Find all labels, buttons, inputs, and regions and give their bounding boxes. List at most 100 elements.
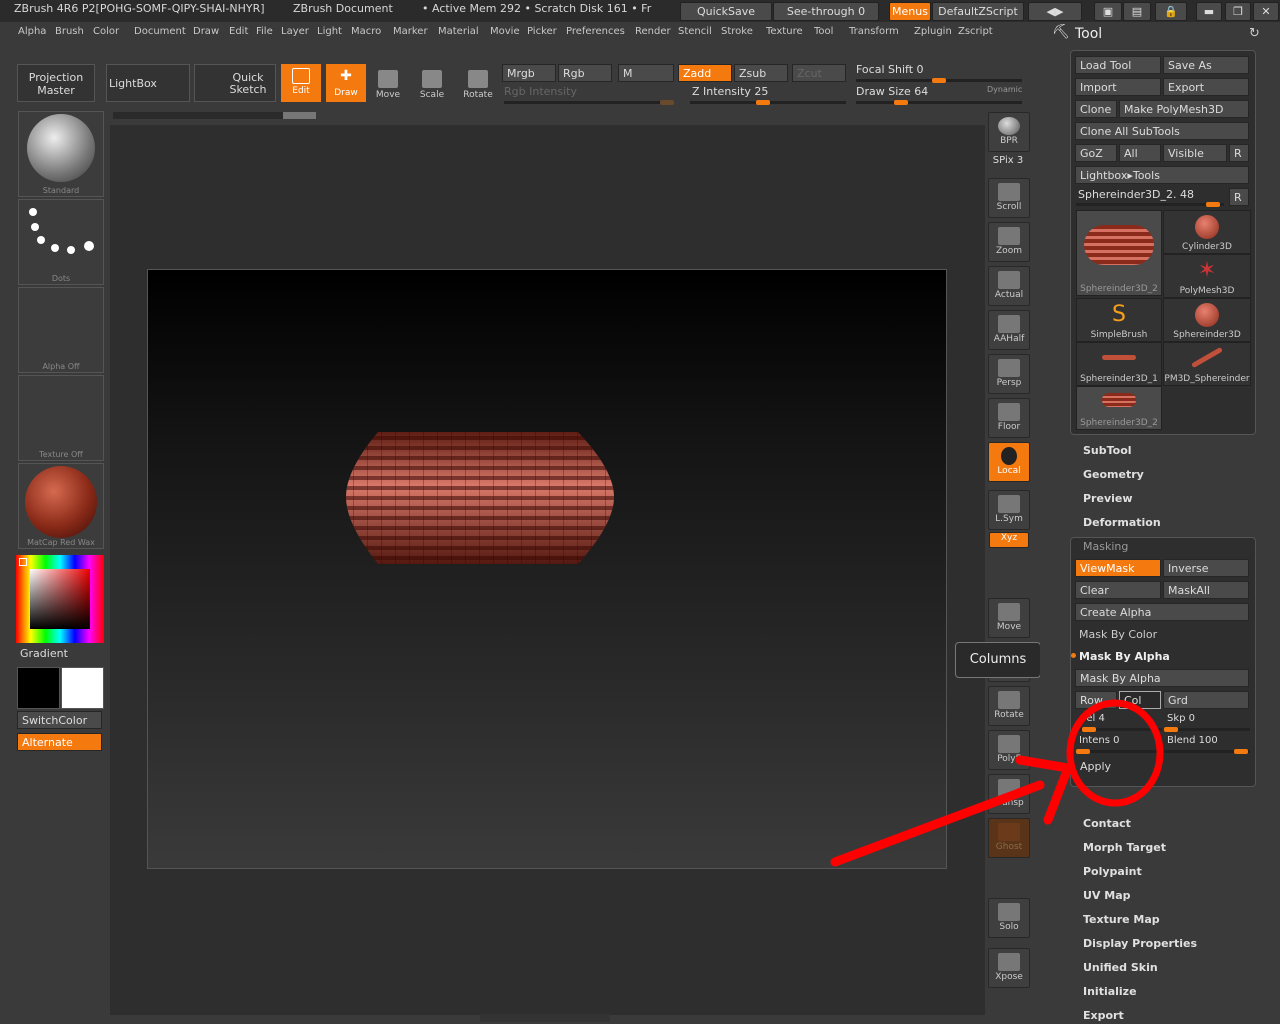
tool-item-7[interactable]: Sphereinder3D_2 — [1076, 386, 1162, 430]
section-display-properties[interactable]: Display Properties — [1083, 937, 1197, 950]
current-tool-r-button[interactable]: R — [1229, 188, 1249, 206]
focal-shift-knob[interactable] — [932, 78, 946, 83]
tool-item-5[interactable]: Sphereinder3D_1 — [1076, 342, 1162, 386]
mask-by-alpha-button[interactable]: Mask By Alpha — [1075, 669, 1249, 687]
refresh-icon[interactable]: ↻ — [1249, 26, 1260, 41]
alternate-button[interactable]: Alternate — [17, 733, 102, 751]
menu-layer[interactable]: Layer — [281, 26, 309, 37]
zadd-button[interactable]: Zadd — [678, 64, 732, 82]
see-through-slider[interactable]: See-through 0 — [773, 2, 879, 21]
intens-slider[interactable]: Intens 0 — [1079, 735, 1119, 746]
skp-slider[interactable]: Skp 0 — [1167, 713, 1195, 724]
section-deformation[interactable]: Deformation — [1083, 516, 1161, 529]
menu-color[interactable]: Color — [93, 26, 119, 37]
tool-item-2[interactable]: ✶ PolyMesh3D — [1163, 254, 1251, 298]
clone-button[interactable]: Clone — [1075, 100, 1117, 118]
menu-draw[interactable]: Draw — [193, 26, 219, 37]
shelf-floor-button[interactable]: Floor — [988, 398, 1030, 438]
color-square[interactable] — [30, 569, 90, 629]
import-button[interactable]: Import — [1075, 78, 1161, 96]
maskall-button[interactable]: MaskAll — [1163, 581, 1249, 599]
viewmask-button[interactable]: ViewMask — [1075, 559, 1161, 577]
section-geometry[interactable]: Geometry — [1083, 468, 1144, 481]
zcut-button[interactable]: Zcut — [792, 64, 846, 82]
brush-thumbnail[interactable]: Standard — [18, 111, 104, 197]
projection-master-button[interactable]: Projection Master — [17, 64, 95, 102]
z-intensity-track[interactable] — [690, 100, 846, 105]
zsub-button[interactable]: Zsub — [734, 64, 788, 82]
row-button[interactable]: Row — [1075, 691, 1117, 709]
shelf-xyz-button[interactable]: Xyz — [989, 532, 1029, 548]
draw-button[interactable]: ✚ Draw — [326, 64, 366, 102]
color-picker[interactable] — [16, 555, 104, 643]
m-button[interactable]: M — [618, 64, 674, 82]
shelf-rotate-button[interactable]: Rotate — [988, 686, 1030, 726]
layout2-icon[interactable]: ▤ — [1123, 2, 1151, 21]
section-initialize[interactable]: Initialize — [1083, 985, 1137, 998]
menu-edit[interactable]: Edit — [229, 26, 248, 37]
lightbox-button[interactable]: LightBox — [106, 64, 190, 102]
focal-shift-slider[interactable]: Focal Shift 0 — [856, 63, 924, 76]
nav-arrows-icon[interactable]: ◀▶ — [1028, 2, 1082, 21]
section-texture-map[interactable]: Texture Map — [1083, 913, 1160, 926]
menu-picker[interactable]: Picker — [527, 26, 557, 37]
tool-item-1[interactable]: Cylinder3D — [1163, 210, 1251, 254]
menu-movie[interactable]: Movie — [490, 26, 520, 37]
export-button[interactable]: Export — [1163, 78, 1249, 96]
clear-mask-button[interactable]: Clear — [1075, 581, 1161, 599]
document-canvas[interactable] — [147, 269, 947, 869]
draw-size-track[interactable] — [856, 100, 1022, 105]
menu-alpha[interactable]: Alpha — [18, 26, 46, 37]
menu-file[interactable]: File — [256, 26, 273, 37]
tool-header[interactable]: Tool — [1075, 26, 1102, 42]
goz-r-button[interactable]: R — [1229, 144, 1249, 162]
menu-texture[interactable]: Texture — [766, 26, 803, 37]
section-unified-skin[interactable]: Unified Skin — [1083, 961, 1158, 974]
scroll-strip[interactable] — [113, 112, 316, 119]
shelf-persp-button[interactable]: Persp — [988, 354, 1030, 394]
mrgb-button[interactable]: Mrgb — [502, 64, 556, 82]
shelf-polyf-button[interactable]: PolyF — [988, 730, 1030, 770]
rgb-button[interactable]: Rgb — [558, 64, 612, 82]
section-subtool[interactable]: SubTool — [1083, 444, 1132, 457]
move-button[interactable]: Move — [368, 66, 408, 106]
menu-preferences[interactable]: Preferences — [566, 26, 625, 37]
mask-by-color-section[interactable]: Mask By Color — [1079, 628, 1157, 641]
minimize-icon[interactable]: ▬ — [1196, 2, 1222, 21]
menu-zplugin[interactable]: Zplugin — [914, 26, 952, 37]
rotate-button[interactable]: Rotate — [458, 66, 498, 106]
create-alpha-button[interactable]: Create Alpha — [1075, 603, 1249, 621]
rgb-intensity-slider[interactable]: Rgb Intensity — [504, 85, 577, 98]
edit-button[interactable]: Edit — [281, 64, 321, 102]
menu-zscript[interactable]: Zscript — [958, 26, 993, 37]
draw-size-knob[interactable] — [894, 100, 908, 105]
close-icon[interactable]: ✕ — [1253, 2, 1279, 21]
bottom-scroll-handle[interactable] — [480, 1014, 610, 1022]
default-zscript-button[interactable]: DefaultZScript — [932, 2, 1024, 21]
sel-track[interactable] — [1076, 727, 1162, 732]
skp-knob[interactable] — [1164, 727, 1178, 732]
tool-item-3[interactable]: S SimpleBrush — [1076, 298, 1162, 342]
shelf-zoom-button[interactable]: Zoom — [988, 222, 1030, 262]
quicksave-button[interactable]: QuickSave — [680, 2, 772, 21]
tool-item-4[interactable]: Sphereinder3D — [1163, 298, 1251, 342]
current-tool-knob[interactable] — [1206, 202, 1220, 207]
menu-light[interactable]: Light — [317, 26, 342, 37]
rgb-intensity-track[interactable] — [504, 100, 674, 105]
main-color-swatch[interactable] — [61, 667, 104, 709]
alpha-thumbnail[interactable]: Alpha Off — [18, 287, 104, 373]
goz-visible-button[interactable]: Visible — [1163, 144, 1227, 162]
section-morph-target[interactable]: Morph Target — [1083, 841, 1166, 854]
scroll-strip-thumb[interactable] — [283, 112, 316, 119]
shelf-l-sym-button[interactable]: L.Sym — [988, 490, 1030, 530]
menu-material[interactable]: Material — [438, 26, 479, 37]
shelf-solo-button[interactable]: Solo — [988, 898, 1030, 938]
maximize-icon[interactable]: ❐ — [1225, 2, 1251, 21]
rgb-intensity-knob[interactable] — [660, 100, 674, 105]
current-tool-track[interactable] — [1076, 202, 1224, 207]
clone-all-subtools-button[interactable]: Clone All SubTools — [1075, 122, 1249, 140]
menu-document[interactable]: Document — [134, 26, 186, 37]
inverse-button[interactable]: Inverse — [1163, 559, 1249, 577]
section-export[interactable]: Export — [1083, 1009, 1124, 1022]
stroke-thumbnail[interactable]: Dots — [18, 199, 104, 285]
